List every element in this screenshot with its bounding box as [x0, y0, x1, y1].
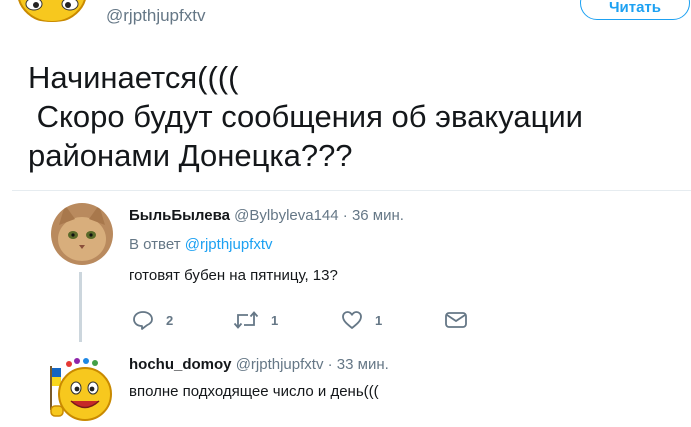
- reply-author-handle[interactable]: @Bylbyleva144: [234, 207, 338, 224]
- top-author-handle[interactable]: @rjpthjupfxtv: [106, 6, 205, 26]
- reply-to-link[interactable]: @rjpthjupfxtv: [185, 236, 273, 253]
- smiley-avatar-icon: [18, 0, 86, 22]
- reply-text: вполне подходящее число и день(((: [129, 383, 379, 400]
- reply-text: готовят бубен на пятницу, 13?: [129, 267, 338, 284]
- avatar[interactable]: [49, 356, 115, 422]
- divider: [12, 190, 691, 191]
- top-author-avatar[interactable]: [10, 0, 94, 22]
- direct-message-button[interactable]: [444, 308, 468, 332]
- tweet-text: Начинается(((( Скоро будут сообщения об …: [28, 60, 583, 173]
- reply-to-prefix: В ответ: [129, 236, 181, 253]
- reply-header: БыльБылева @Bylbyleva144 · 36 мин.: [129, 207, 404, 224]
- smiley-avatar-icon: [50, 358, 112, 421]
- cat-avatar-icon: [51, 203, 113, 265]
- reply-timestamp[interactable]: · 33 мин.: [328, 356, 389, 373]
- retweet-icon: [233, 311, 259, 329]
- retweet-count: 1: [271, 312, 279, 328]
- like-icon: [342, 311, 362, 329]
- like-button[interactable]: 1: [341, 308, 382, 332]
- reply-header: hochu_domoy @rjpthjupfxtv · 33 мин.: [129, 356, 389, 373]
- direct-message-icon: [445, 312, 467, 328]
- reply-author-handle[interactable]: @rjpthjupfxtv: [236, 356, 324, 373]
- reply-count: 2: [166, 312, 174, 328]
- like-count: 1: [375, 312, 383, 328]
- reply-author-name[interactable]: БыльБылева: [129, 207, 230, 224]
- reply-author-name[interactable]: hochu_domoy: [129, 356, 232, 373]
- retweet-button[interactable]: 1: [233, 308, 278, 332]
- reply-timestamp[interactable]: · 36 мин.: [343, 207, 404, 224]
- avatar[interactable]: [51, 203, 113, 265]
- thread-line: [79, 272, 82, 342]
- reply-context: В ответ @rjpthjupfxtv: [129, 236, 273, 253]
- follow-button[interactable]: Читать: [580, 0, 690, 20]
- reply-button[interactable]: 2: [132, 308, 173, 332]
- reply-icon: [133, 311, 153, 330]
